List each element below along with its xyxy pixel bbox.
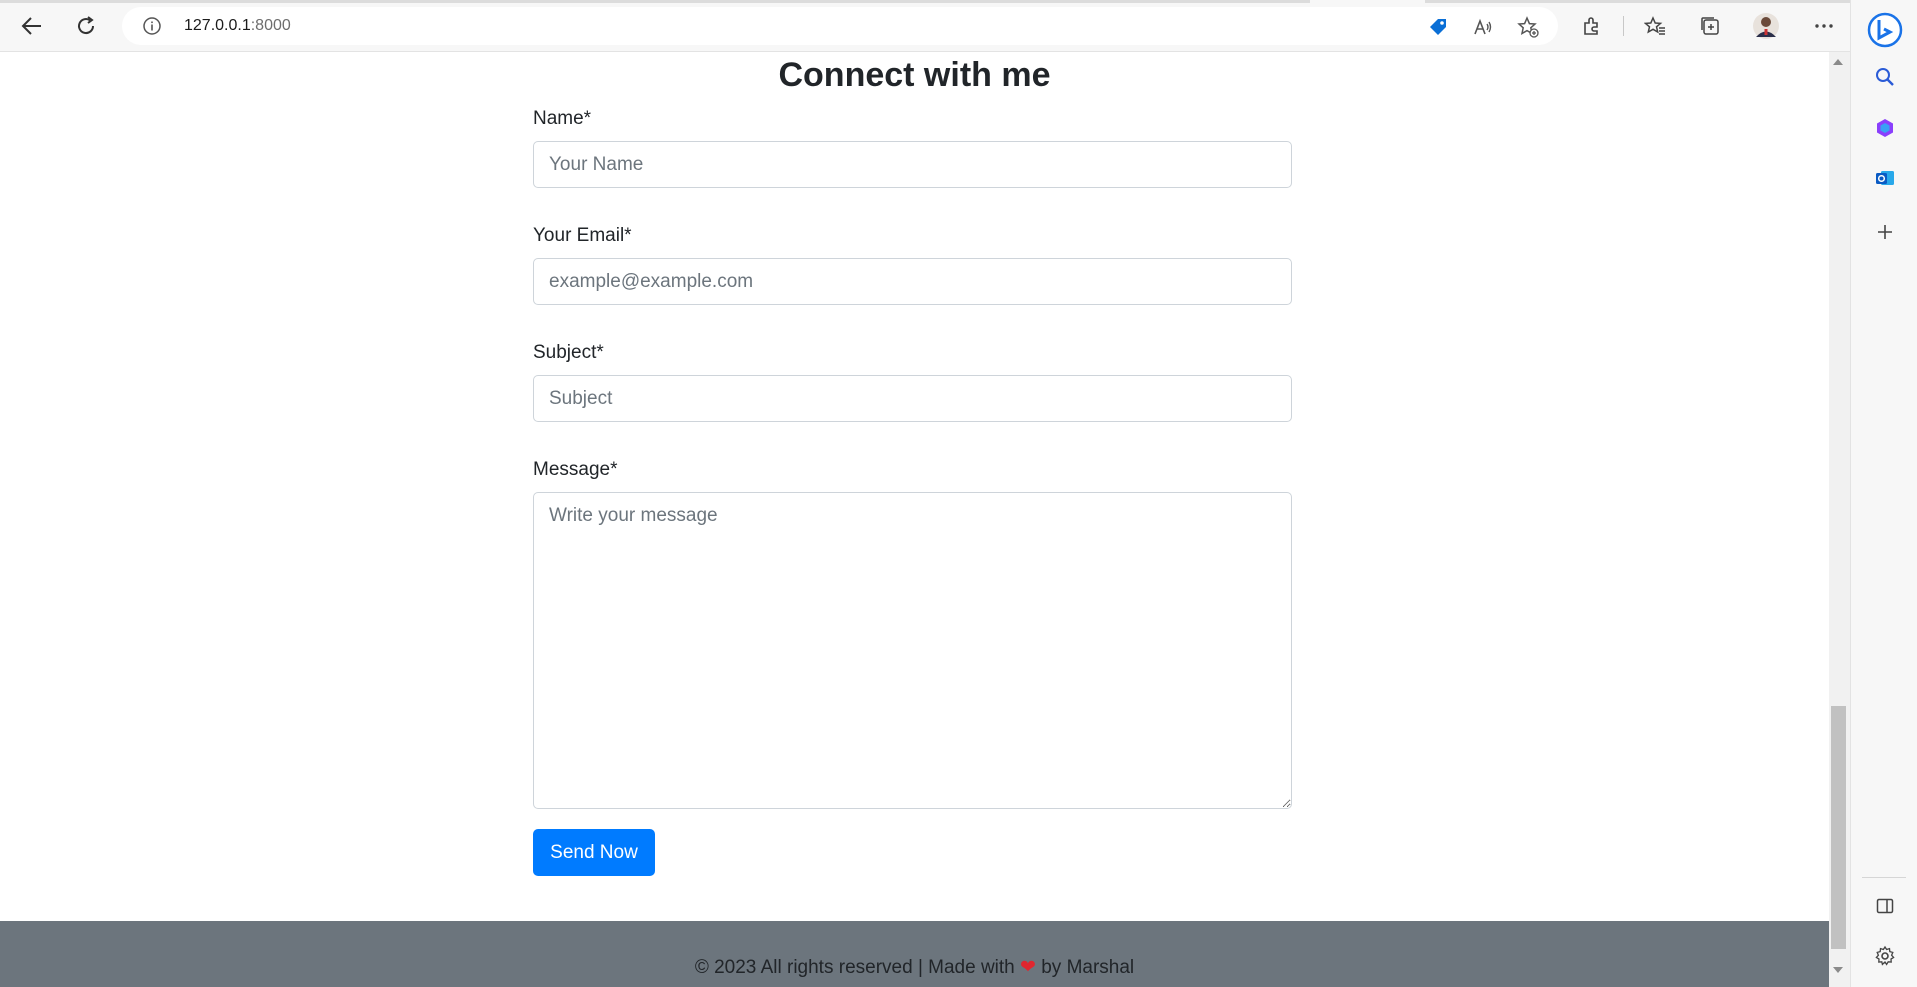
more-icon[interactable]	[1810, 12, 1838, 40]
address-bar[interactable]: 127.0.0.1:8000	[122, 7, 1558, 45]
add-favorite-icon[interactable]	[1517, 16, 1539, 38]
footer-copyright: © 2023 All rights reserved | Made with	[694, 957, 1015, 978]
send-now-button[interactable]: Send Now	[533, 829, 655, 876]
url-host: 127.0.0.1	[184, 17, 251, 34]
favorites-icon[interactable]	[1641, 12, 1669, 40]
site-info-icon[interactable]	[142, 16, 162, 36]
collections-icon[interactable]	[1696, 12, 1724, 40]
tab-strip	[0, 0, 1917, 3]
read-aloud-icon[interactable]	[1472, 16, 1494, 38]
browser-sidebar	[1850, 0, 1917, 987]
settings-icon[interactable]	[1871, 942, 1899, 970]
name-input[interactable]	[533, 141, 1292, 188]
outlook-icon[interactable]	[1871, 164, 1899, 192]
page-title: Connect with me	[778, 56, 1051, 94]
subject-label: Subject*	[533, 342, 604, 363]
search-icon[interactable]	[1871, 63, 1899, 91]
refresh-icon[interactable]	[70, 10, 102, 42]
contact-form: Name* Your Email* Subject* Message* Send…	[533, 108, 1292, 876]
split-screen-icon[interactable]	[1871, 892, 1899, 920]
subject-input[interactable]	[533, 375, 1292, 422]
toolbar-divider	[1623, 16, 1624, 36]
bing-icon[interactable]	[1865, 10, 1905, 50]
sidebar-divider	[1862, 877, 1906, 878]
page-content: Connect with me Name* Your Email* Subjec…	[0, 52, 1829, 987]
profile-avatar[interactable]	[1752, 12, 1780, 40]
back-arrow-icon[interactable]	[16, 10, 48, 42]
name-label: Name*	[533, 108, 592, 129]
email-input[interactable]	[533, 258, 1292, 305]
message-textarea[interactable]	[533, 492, 1292, 809]
email-label: Your Email*	[533, 225, 632, 246]
message-label: Message*	[533, 459, 618, 480]
footer-text: © 2023 All rights reserved | Made with ❤…	[0, 956, 1829, 979]
heart-icon: ❤	[1020, 957, 1036, 978]
add-icon[interactable]	[1871, 218, 1899, 246]
scroll-up-arrow-icon[interactable]	[1833, 59, 1843, 65]
extensions-icon[interactable]	[1578, 12, 1606, 40]
office-icon[interactable]	[1871, 114, 1899, 142]
scrollbar-thumb[interactable]	[1831, 706, 1846, 949]
url-text[interactable]: 127.0.0.1:8000	[184, 17, 291, 35]
url-port: :8000	[250, 17, 291, 34]
tag-icon[interactable]	[1427, 16, 1449, 38]
scroll-down-arrow-icon[interactable]	[1833, 967, 1843, 973]
browser-toolbar: 127.0.0.1:8000	[0, 0, 1917, 52]
footer-author: by Marshal	[1041, 957, 1135, 978]
